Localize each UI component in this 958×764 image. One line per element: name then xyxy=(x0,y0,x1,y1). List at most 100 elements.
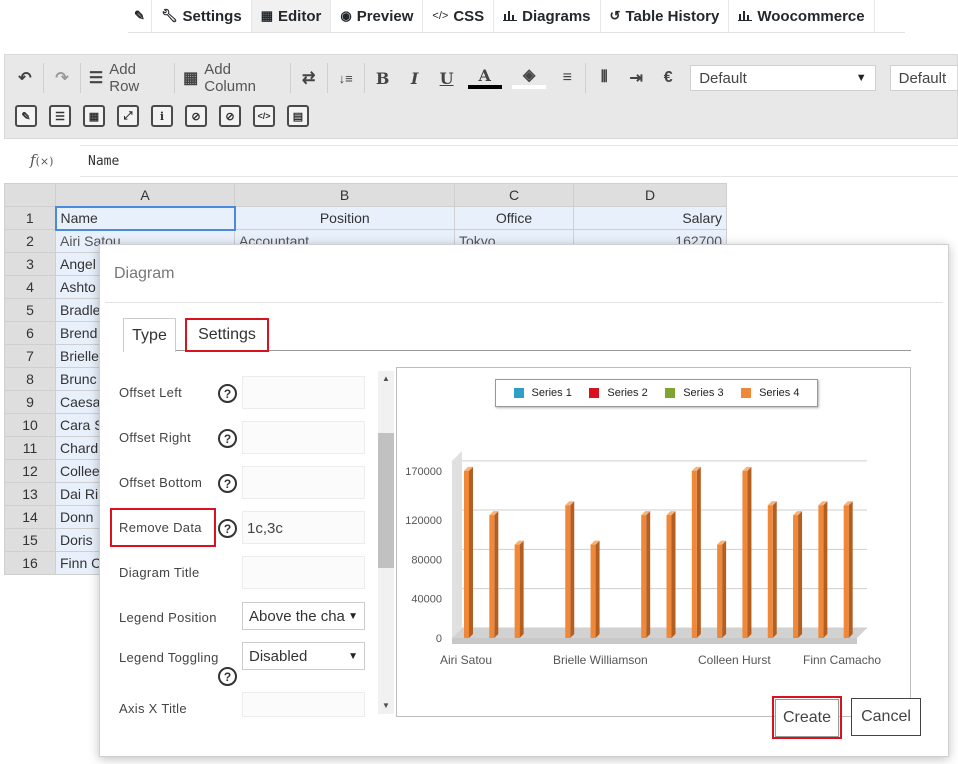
bar-side xyxy=(646,511,651,638)
tab-type[interactable]: Type xyxy=(123,318,176,352)
row-header[interactable]: 11 xyxy=(4,436,56,460)
wrap-button[interactable]: ⇥ xyxy=(620,61,652,95)
cell-b[interactable]: Position xyxy=(234,206,455,230)
row-header[interactable]: 15 xyxy=(4,528,56,552)
row-header[interactable]: 14 xyxy=(4,505,56,529)
paint-bucket-icon: ◈ xyxy=(522,67,536,84)
help-icon[interactable]: ? xyxy=(218,384,237,403)
chart-floor-front xyxy=(452,638,857,644)
add-row-button[interactable]: ☰ Add Row xyxy=(83,61,172,95)
remove-data-input[interactable]: 1c,3c xyxy=(242,511,365,544)
resize-icon[interactable]: ⤢ xyxy=(117,105,139,127)
redo-button[interactable]: ↷ xyxy=(46,61,78,95)
currency-button[interactable]: € xyxy=(652,61,684,95)
add-column-button[interactable]: ▦ Add Column xyxy=(177,61,288,95)
divider xyxy=(43,63,44,93)
diagram-dialog: Diagram Type Settings Offset Left ? Offs… xyxy=(99,244,949,757)
bold-button[interactable]: B xyxy=(367,61,399,95)
underline-icon: U xyxy=(439,68,454,88)
hide-icon[interactable]: ⊘ xyxy=(185,105,207,127)
code-icon[interactable]: </> xyxy=(253,105,275,127)
scrollbar-thumb[interactable] xyxy=(378,433,394,568)
row-header[interactable]: 5 xyxy=(4,298,56,322)
bar xyxy=(464,470,469,638)
row-header[interactable]: 13 xyxy=(4,482,56,506)
row-header[interactable]: 10 xyxy=(4,413,56,437)
fill-color-button[interactable]: ◈ xyxy=(507,61,551,95)
list-icon[interactable]: ☰ xyxy=(49,105,71,127)
tab-woocommerce[interactable]: Woocommerce xyxy=(729,0,875,32)
row-header[interactable]: 12 xyxy=(4,459,56,483)
row-header[interactable]: 6 xyxy=(4,321,56,345)
tab-css[interactable]: </> CSS xyxy=(423,0,495,32)
chart-preview: Series 1 Series 2 Series 3 Series 4 0 400… xyxy=(396,367,911,717)
scroll-up-icon[interactable]: ▲ xyxy=(378,371,394,385)
code-icon: </> xyxy=(432,10,449,22)
formula-icon: f(×) xyxy=(30,151,53,169)
tab-edit-pencil[interactable]: ✎ xyxy=(128,0,152,32)
row-header[interactable]: 7 xyxy=(4,344,56,368)
vertical-align-button[interactable]: ⦀ xyxy=(588,61,620,95)
column-header-c[interactable]: C xyxy=(454,183,574,207)
history-icon: ↺ xyxy=(609,8,621,23)
help-icon[interactable]: ? xyxy=(218,667,237,686)
legend-position-select[interactable]: Above the chart ▼ xyxy=(242,602,365,630)
create-button[interactable]: Create xyxy=(775,699,839,737)
undo-button[interactable]: ↶ xyxy=(9,61,41,95)
tab-diagrams[interactable]: Diagrams xyxy=(494,0,601,32)
help-icon[interactable]: ? xyxy=(218,474,237,493)
offset-bottom-input[interactable] xyxy=(242,466,365,499)
eye-icon: ◉ xyxy=(340,8,352,23)
legend-toggling-select[interactable]: Disabled ▼ xyxy=(242,642,365,670)
info-icon[interactable]: i xyxy=(151,105,173,127)
dialog-tabs: Type Settings xyxy=(123,318,911,352)
edit-icon[interactable]: ✎ xyxy=(15,105,37,127)
tab-preview[interactable]: ◉ Preview xyxy=(331,0,424,32)
row-header[interactable]: 2 xyxy=(4,229,56,253)
cancel-button[interactable]: Cancel xyxy=(851,698,921,736)
column-header-d[interactable]: D xyxy=(573,183,727,207)
help-icon[interactable]: ? xyxy=(218,519,237,538)
row-header[interactable]: 3 xyxy=(4,252,56,276)
font-color-button[interactable]: A xyxy=(463,61,507,95)
size-select[interactable]: Default xyxy=(889,65,958,91)
bar xyxy=(843,505,849,638)
tab-settings-active[interactable]: Settings xyxy=(185,318,269,352)
underline-button[interactable]: U xyxy=(431,61,463,95)
columns-icon: ▦ xyxy=(183,70,199,87)
tab-settings[interactable]: 🔧︎ Settings xyxy=(152,0,252,32)
sort-button[interactable]: ↓≡ xyxy=(330,61,362,95)
font-select[interactable]: Default ▼ xyxy=(690,65,876,91)
cell-c[interactable]: Office xyxy=(454,206,574,230)
cell-d[interactable]: Salary xyxy=(573,206,727,230)
offset-right-input[interactable] xyxy=(242,421,365,454)
tab-table-history[interactable]: ↺ Table History xyxy=(601,0,730,32)
table-icon[interactable]: ▤ xyxy=(287,105,309,127)
swap-button[interactable]: ⇄ xyxy=(293,61,325,95)
row-header[interactable]: 8 xyxy=(4,367,56,391)
help-icon[interactable]: ? xyxy=(218,429,237,448)
tab-label: Table History xyxy=(625,7,720,25)
scroll-down-icon[interactable]: ▼ xyxy=(378,698,394,712)
offset-left-input[interactable] xyxy=(242,376,365,409)
ban-icon[interactable]: ⊘ xyxy=(219,105,241,127)
bar-side xyxy=(848,501,853,638)
formula-input[interactable]: Name xyxy=(80,145,958,177)
diagram-title-input[interactable] xyxy=(242,556,365,589)
row-header[interactable]: 4 xyxy=(4,275,56,299)
bold-icon: B xyxy=(375,68,390,88)
column-header-a[interactable]: A xyxy=(55,183,235,207)
row-header[interactable]: 9 xyxy=(4,390,56,414)
calendar-icon[interactable]: ▦ xyxy=(83,105,105,127)
align-button[interactable]: ≡ xyxy=(551,61,583,95)
corner-cell[interactable] xyxy=(4,183,56,207)
column-header-b[interactable]: B xyxy=(234,183,455,207)
tab-editor[interactable]: ▦ Editor xyxy=(251,0,332,32)
row-header[interactable]: 16 xyxy=(4,551,56,575)
row-header[interactable]: 1 xyxy=(4,206,56,230)
cell-a[interactable]: Name xyxy=(54,205,236,231)
axis-x-title-input[interactable] xyxy=(242,692,365,717)
wrap-icon: ⇥ xyxy=(629,70,643,87)
size-select-value: Default xyxy=(898,69,947,87)
italic-button[interactable]: I xyxy=(399,61,431,95)
